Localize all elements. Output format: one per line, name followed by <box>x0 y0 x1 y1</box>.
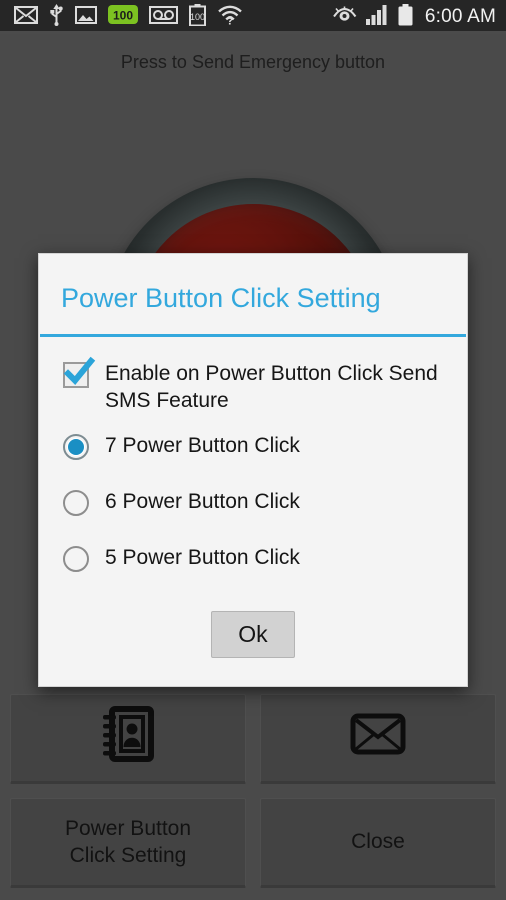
radio-7-clicks-label: 7 Power Button Click <box>105 433 300 457</box>
enable-sms-feature-label: Enable on Power Button Click Send SMS Fe… <box>105 362 438 413</box>
voicemail-icon <box>149 5 178 29</box>
status-bar-left-icons: 100 100 ? <box>14 3 243 31</box>
status-bar-right-icons: 6:00 AM <box>332 3 496 31</box>
radio-row-6-clicks[interactable]: 6 Power Button Click <box>55 479 451 535</box>
radio-5-clicks[interactable] <box>63 545 89 572</box>
smart-stay-eye-icon <box>332 6 357 28</box>
power-button-click-setting-dialog: Power Button Click Setting Enable on Pow… <box>38 253 468 687</box>
checkmark-icon <box>63 356 96 385</box>
svg-text:?: ? <box>226 13 233 25</box>
dialog-title: Power Button Click Setting <box>61 283 381 313</box>
dialog-body: Enable on Power Button Click Send SMS Fe… <box>39 337 467 599</box>
signal-bars-icon <box>365 4 389 30</box>
status-bar: 100 100 ? 6:00 AM <box>0 0 506 34</box>
svg-text:100: 100 <box>190 12 205 22</box>
radio-row-7-clicks[interactable]: 7 Power Button Click <box>55 423 451 479</box>
enable-sms-feature-checkbox[interactable] <box>63 356 96 388</box>
radio-6-clicks[interactable] <box>63 489 89 516</box>
status-bar-clock: 6:00 AM <box>424 6 496 27</box>
radio-5-clicks-label: 5 Power Button Click <box>105 545 300 569</box>
wifi-unknown-icon: ? <box>217 5 243 30</box>
usb-icon <box>49 3 64 31</box>
battery-full-badge-icon: 100 <box>108 5 138 29</box>
radio-6-clicks-label: 6 Power Button Click <box>105 489 300 513</box>
email-icon <box>14 5 38 29</box>
radio-row-5-clicks[interactable]: 5 Power Button Click <box>55 535 451 591</box>
battery-level-icon: 100 <box>189 3 206 31</box>
svg-text:100: 100 <box>113 9 133 23</box>
battery-icon <box>398 3 413 31</box>
enable-sms-feature-checkbox-row[interactable]: Enable on Power Button Click Send SMS Fe… <box>55 351 451 423</box>
dialog-footer: Ok <box>39 599 467 686</box>
screenshot-image-icon <box>75 5 97 29</box>
ok-button[interactable]: Ok <box>211 610 295 658</box>
radio-7-clicks[interactable] <box>63 433 89 460</box>
phone-screen: Press to Send Emergency button Power But… <box>0 0 506 900</box>
